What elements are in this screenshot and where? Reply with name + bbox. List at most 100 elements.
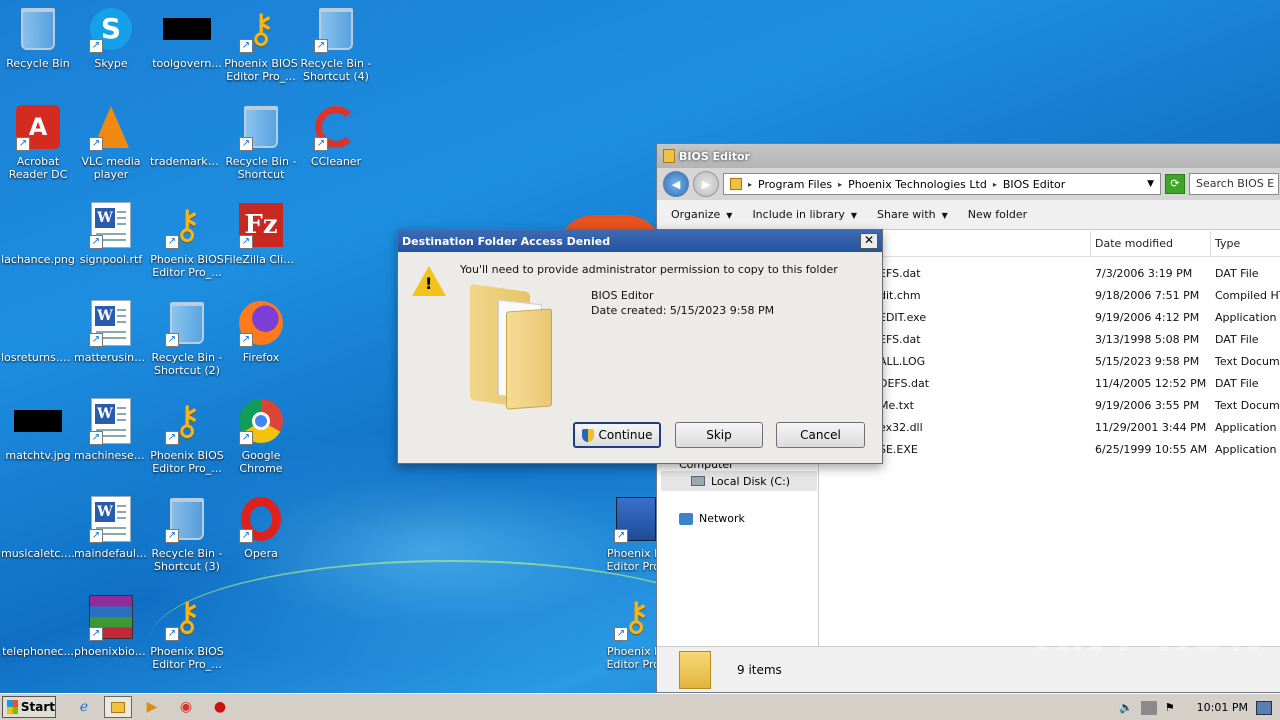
desktop-icon[interactable]: ↗ VLC media player [73,103,149,181]
nav-network[interactable]: Network [679,512,745,525]
clock[interactable]: 10:01 PM [1197,701,1248,714]
column-date-modified[interactable]: Date modified [1091,231,1211,256]
desktop-icon[interactable]: ↗ Recycle Bin - Shortcut (3) [149,495,225,573]
desktop-icon-label-line2: Shortcut (2) [154,364,220,377]
chrome-taskbar-icon[interactable]: ◉ [172,696,200,718]
file-row[interactable]: SE.EXE 6/25/1999 10:55 AM Application [819,438,1280,460]
desktop-icon[interactable]: ↗ Recycle Bin - Shortcut (4) [298,5,374,83]
desktop-icon[interactable]: telephonec... [0,593,76,658]
folder-name: BIOS Editor [591,289,654,302]
desktop-icon[interactable]: S ↗ Skype [73,5,149,70]
desktop-icon-label: toolgovern... [152,57,222,70]
desktop-icon[interactable]: trademarksc... [149,103,225,168]
file-row[interactable]: EFS.dat 3/13/1998 5:08 PM DAT File [819,328,1280,350]
file-row[interactable]: ex32.dll11/29/2001 3:44 PMApplication ex [819,416,1280,438]
file-row[interactable]: EDIT.exe 9/19/2006 4:12 PM Application [819,306,1280,328]
file-type: Compiled HTM [1215,288,1280,302]
opera-icon: ↗ [237,495,285,543]
desktop-icon[interactable]: ↗ Opera [223,495,299,560]
desktop-icon-label-line2: player [93,168,129,181]
network-tray-icon[interactable] [1140,700,1157,715]
file-explorer-taskbar-icon[interactable] [104,696,132,718]
desktop-icon[interactable]: W ↗ machineset.rtf [73,397,149,462]
desktop-icon[interactable]: Fz ↗ FileZilla Client [223,201,299,266]
blank-file-icon [14,593,62,641]
show-desktop-icon[interactable] [1256,700,1272,715]
desktop-icon[interactable]: ↗ Firefox [223,299,299,364]
shortcut-arrow-icon: ↗ [89,431,103,445]
forward-button[interactable]: ▶ [693,171,719,197]
nav-local-disk[interactable]: Local Disk (C:) [661,471,817,491]
desktop-icon[interactable]: A ↗ Acrobat Reader DC [0,103,76,181]
shortcut-arrow-icon: ↗ [89,333,103,347]
desktop-icon[interactable]: ↗ Google Chrome [223,397,299,475]
close-button[interactable]: ✕ [860,233,878,249]
desktop-icon-label-line2: Reader DC [8,168,68,181]
desktop-icon-label: Recycle Bin [6,57,70,70]
file-row[interactable]: DEFS.dat 11/4/2005 12:52 PM DAT File [819,372,1280,394]
desktop-icon[interactable]: toolgovern... [149,5,225,70]
media-player-icon[interactable]: ▶ [138,696,166,718]
file-row[interactable]: EFS.dat 7/3/2006 3:19 PM DAT File [819,262,1280,284]
desktop-icon[interactable]: W ↗ signpool.rtf [73,201,149,266]
breadcrumb-phoenix[interactable]: Phoenix Technologies Ltd [848,178,987,191]
desktop-icon[interactable]: ⚷ ↗ Phoenix BIOS Editor Pro_... [149,397,225,475]
desktop-icon[interactable]: losreturns.png [0,299,76,364]
back-button[interactable]: ◀ [663,171,689,197]
nav-local-disk-label: Local Disk (C:) [711,474,791,488]
desktop-icon[interactable]: lachance.png [0,201,76,266]
desktop-icon[interactable]: musicaletc.png [0,495,76,560]
chevron-down-icon[interactable]: ▼ [1147,179,1154,189]
chevron-down-icon: ▼ [850,211,858,220]
nav-network-label: Network [699,512,745,525]
breadcrumb-program-files[interactable]: Program Files [758,178,832,191]
file-date-modified: 5/15/2023 9:58 PM [1095,354,1200,368]
new-folder-button[interactable]: New folder [968,208,1027,221]
file-row[interactable]: dit.chm9/18/2006 7:51 PMCompiled HTM [819,284,1280,306]
cancel-button[interactable]: Cancel [776,422,865,448]
flag-icon[interactable]: ⚑ [1165,701,1175,714]
desktop-icon[interactable]: ↗ CCleaner [298,103,374,168]
start-button[interactable]: Start [2,696,56,718]
desktop-icon[interactable]: W ↗ maindefault.... [73,495,149,560]
desktop-icon[interactable]: ⚷ ↗ Phoenix BIOS Editor Pro_... [223,5,299,83]
column-type[interactable]: Type [1211,231,1280,256]
desktop-icon[interactable]: W ↗ matterusing... [73,299,149,364]
explorer-titlebar[interactable]: BIOS Editor [657,144,1280,168]
include-library-button[interactable]: Include in library ▼ [752,208,857,221]
file-row[interactable]: Me.txt9/19/2006 3:55 PMText Documen [819,394,1280,416]
desktop-icon[interactable]: ↗ Recycle Bin - Shortcut [223,103,299,181]
desktop-icon[interactable]: ↗ Recycle Bin - Shortcut (2) [149,299,225,377]
desktop-icon[interactable]: ↗ phoenixbios.... [73,593,149,658]
include-library-label: Include in library [752,208,845,221]
file-date-modified: 9/19/2006 3:55 PM [1095,398,1200,412]
skip-button[interactable]: Skip [675,422,763,448]
desktop-icon-label: Phoenix BIOS [150,253,224,266]
file-date-modified: 11/4/2005 12:52 PM [1095,376,1207,390]
internet-explorer-icon[interactable]: ℯ [70,696,98,718]
desktop-icon-label: Skype [94,57,128,70]
desktop-icon[interactable]: ⚷ ↗ Phoenix BIOS Editor Pro_... [149,593,225,671]
desktop-icon[interactable]: ⚷ ↗ Phoenix BIOS Editor Pro_... [149,201,225,279]
item-count: 9 items [737,662,782,677]
desktop-icon-label-line2: Editor Pro_... [152,266,222,279]
dialog-titlebar[interactable]: Destination Folder Access Denied [398,230,882,252]
file-type: Application ex [1215,420,1280,434]
breadcrumb-bios-editor[interactable]: BIOS Editor [1003,178,1065,191]
desktop-icon[interactable]: Recycle Bin [0,5,76,70]
desktop-icon[interactable]: matchtv.jpg [0,397,76,462]
antivirus-taskbar-icon[interactable]: ● [206,696,234,718]
search-input[interactable]: Search BIOS E [1189,173,1279,195]
address-bar[interactable]: ▸ Program Files ▸ Phoenix Technologies L… [723,173,1161,195]
share-with-button[interactable]: Share with ▼ [877,208,948,221]
ccleaner-icon: ↗ [312,103,360,151]
system-tray: 🔈 ⚑ 10:01 PM [1119,694,1280,720]
chevron-right-icon: ▸ [748,179,753,189]
file-date-modified: 9/18/2006 7:51 PM [1095,288,1200,302]
volume-icon[interactable]: 🔈 [1119,701,1133,714]
access-denied-dialog: Destination Folder Access Denied ✕ ! You… [397,229,883,464]
file-row[interactable]: ALL.LOG5/15/2023 9:58 PMText Documen [819,350,1280,372]
continue-button[interactable]: Continue [573,422,661,448]
refresh-icon[interactable]: ⟳ [1165,174,1185,194]
organize-button[interactable]: Organize ▼ [671,208,732,221]
